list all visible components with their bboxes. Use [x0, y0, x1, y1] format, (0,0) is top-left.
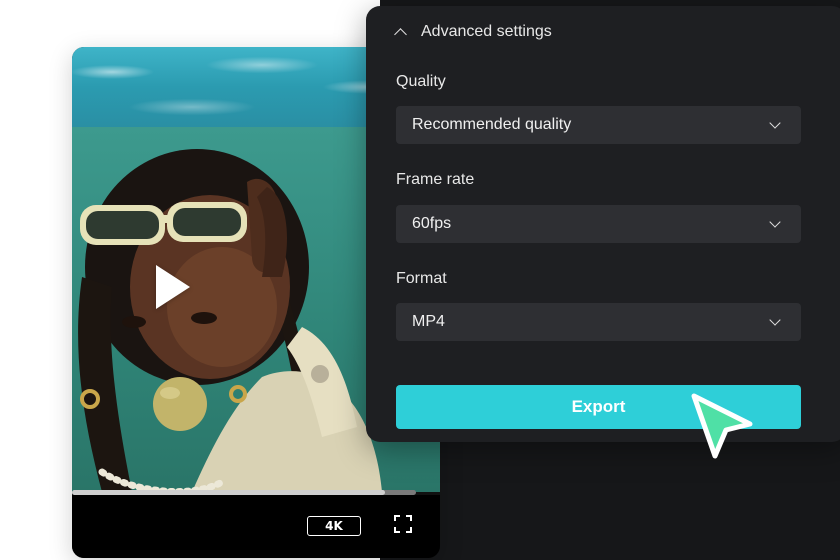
advanced-settings-toggle[interactable]: Advanced settings — [394, 22, 552, 42]
chevron-down-icon — [769, 117, 781, 129]
screenshot-stage: 4K Advanced settings Quality Recommended… — [0, 0, 840, 560]
pointer-cursor-icon — [691, 393, 753, 459]
quality-select-value: Recommended quality — [412, 116, 572, 133]
chevron-up-icon — [394, 28, 407, 41]
frame-rate-label: Frame rate — [396, 171, 475, 188]
format-select-value: MP4 — [412, 313, 445, 330]
frame-rate-select-value: 60fps — [412, 215, 452, 232]
quality-4k-badge[interactable]: 4K — [307, 516, 361, 536]
play-icon[interactable] — [156, 265, 190, 309]
player-controls-bar: 4K — [72, 495, 440, 558]
quality-select[interactable]: Recommended quality — [396, 106, 801, 144]
chevron-down-icon — [769, 314, 781, 326]
chevron-down-icon — [769, 216, 781, 228]
fullscreen-icon[interactable] — [394, 515, 412, 533]
format-select[interactable]: MP4 — [396, 303, 801, 341]
frame-rate-select[interactable]: 60fps — [396, 205, 801, 243]
quality-label: Quality — [396, 73, 446, 90]
format-label: Format — [396, 270, 447, 287]
advanced-settings-panel: Advanced settings Quality Recommended qu… — [366, 6, 840, 442]
panel-title: Advanced settings — [421, 23, 552, 40]
